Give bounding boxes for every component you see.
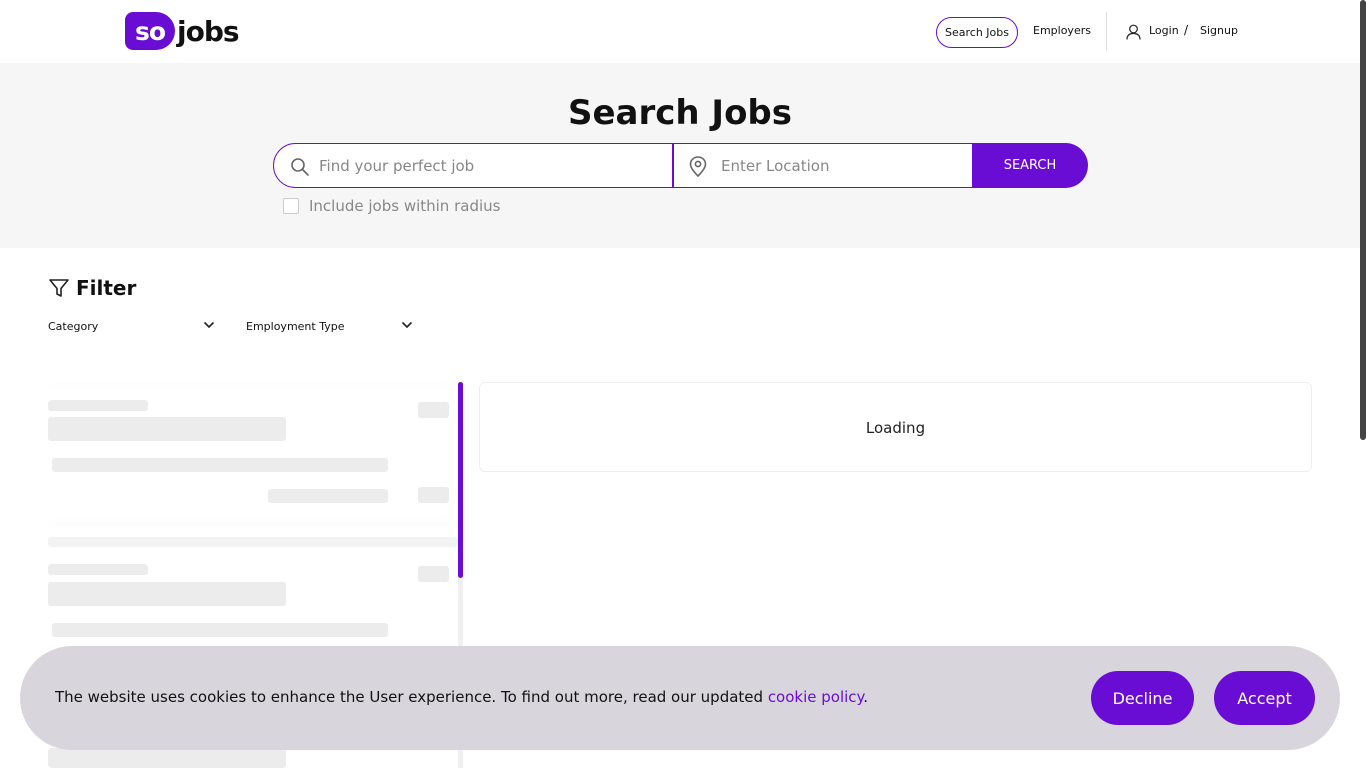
skeleton-title	[48, 417, 286, 441]
chevron-down-icon	[203, 321, 215, 329]
card-divider	[48, 521, 458, 522]
employment-type-dropdown-label: Employment Type	[246, 319, 345, 333]
cookie-message-period: .	[863, 688, 869, 706]
sojobs-logo[interactable]: so jobs	[125, 12, 240, 50]
skeleton-line	[48, 564, 148, 575]
skeleton-line	[52, 623, 388, 637]
skeleton-title	[48, 582, 286, 606]
site-header: so jobs Search Jobs Employers Login / Si…	[0, 0, 1366, 63]
employment-type-dropdown[interactable]: Employment Type	[246, 318, 414, 334]
search-icon	[291, 158, 309, 176]
job-search-input[interactable]	[319, 144, 664, 187]
nav-divider	[1106, 12, 1107, 51]
skeleton-line	[52, 458, 388, 472]
category-dropdown-label: Category	[48, 319, 99, 333]
page-title: Search Jobs	[567, 93, 793, 133]
filter-heading: Filter	[48, 276, 136, 300]
skeleton-spacer	[48, 537, 458, 547]
cookie-message-text: The website uses cookies to enhance the …	[55, 688, 768, 706]
loading-text: Loading	[865, 419, 926, 437]
skeleton-title	[48, 748, 286, 768]
cookie-banner: The website uses cookies to enhance the …	[20, 646, 1340, 750]
category-dropdown[interactable]: Category	[48, 318, 216, 334]
location-field	[673, 143, 973, 188]
radius-option: Include jobs within radius	[283, 197, 500, 215]
card-divider	[48, 382, 458, 383]
search-bar: SEARCH	[273, 143, 1088, 188]
search-hero: Search Jobs SEARCH Include jobs within r…	[0, 63, 1366, 248]
location-pin-icon	[689, 156, 707, 177]
skeleton-badge	[418, 402, 449, 418]
skeleton-line	[48, 400, 148, 411]
filter-icon	[49, 279, 69, 297]
nav-employers[interactable]: Employers	[1033, 24, 1091, 37]
radius-label: Include jobs within radius	[309, 197, 501, 215]
skeleton-badge	[418, 487, 449, 503]
decline-button[interactable]: Decline	[1091, 671, 1194, 725]
logo-jobs-text: jobs	[177, 14, 240, 48]
skeleton-badge	[418, 566, 449, 582]
chevron-down-icon	[401, 321, 413, 329]
cookie-policy-link[interactable]: cookie policy	[768, 688, 863, 706]
cookie-message: The website uses cookies to enhance the …	[55, 688, 868, 706]
nav-signup[interactable]: Signup	[1200, 24, 1238, 37]
accept-button[interactable]: Accept	[1214, 671, 1315, 725]
nav-login[interactable]: Login	[1149, 24, 1179, 37]
job-search-field	[273, 143, 673, 188]
user-icon	[1126, 24, 1141, 40]
job-detail-panel: Loading	[479, 382, 1312, 472]
skeleton-line	[268, 489, 388, 503]
nav-separator: /	[1184, 23, 1189, 37]
radius-checkbox[interactable]	[283, 198, 299, 214]
search-button[interactable]: SEARCH	[972, 143, 1088, 188]
filter-title: Filter	[76, 276, 137, 300]
location-input[interactable]	[721, 144, 966, 187]
nav-search-jobs[interactable]: Search Jobs	[936, 17, 1018, 48]
page-scrollbar-thumb[interactable]	[1360, 0, 1366, 440]
logo-so-mark: so	[125, 12, 175, 50]
job-list-scrollbar-thumb[interactable]	[458, 382, 463, 578]
